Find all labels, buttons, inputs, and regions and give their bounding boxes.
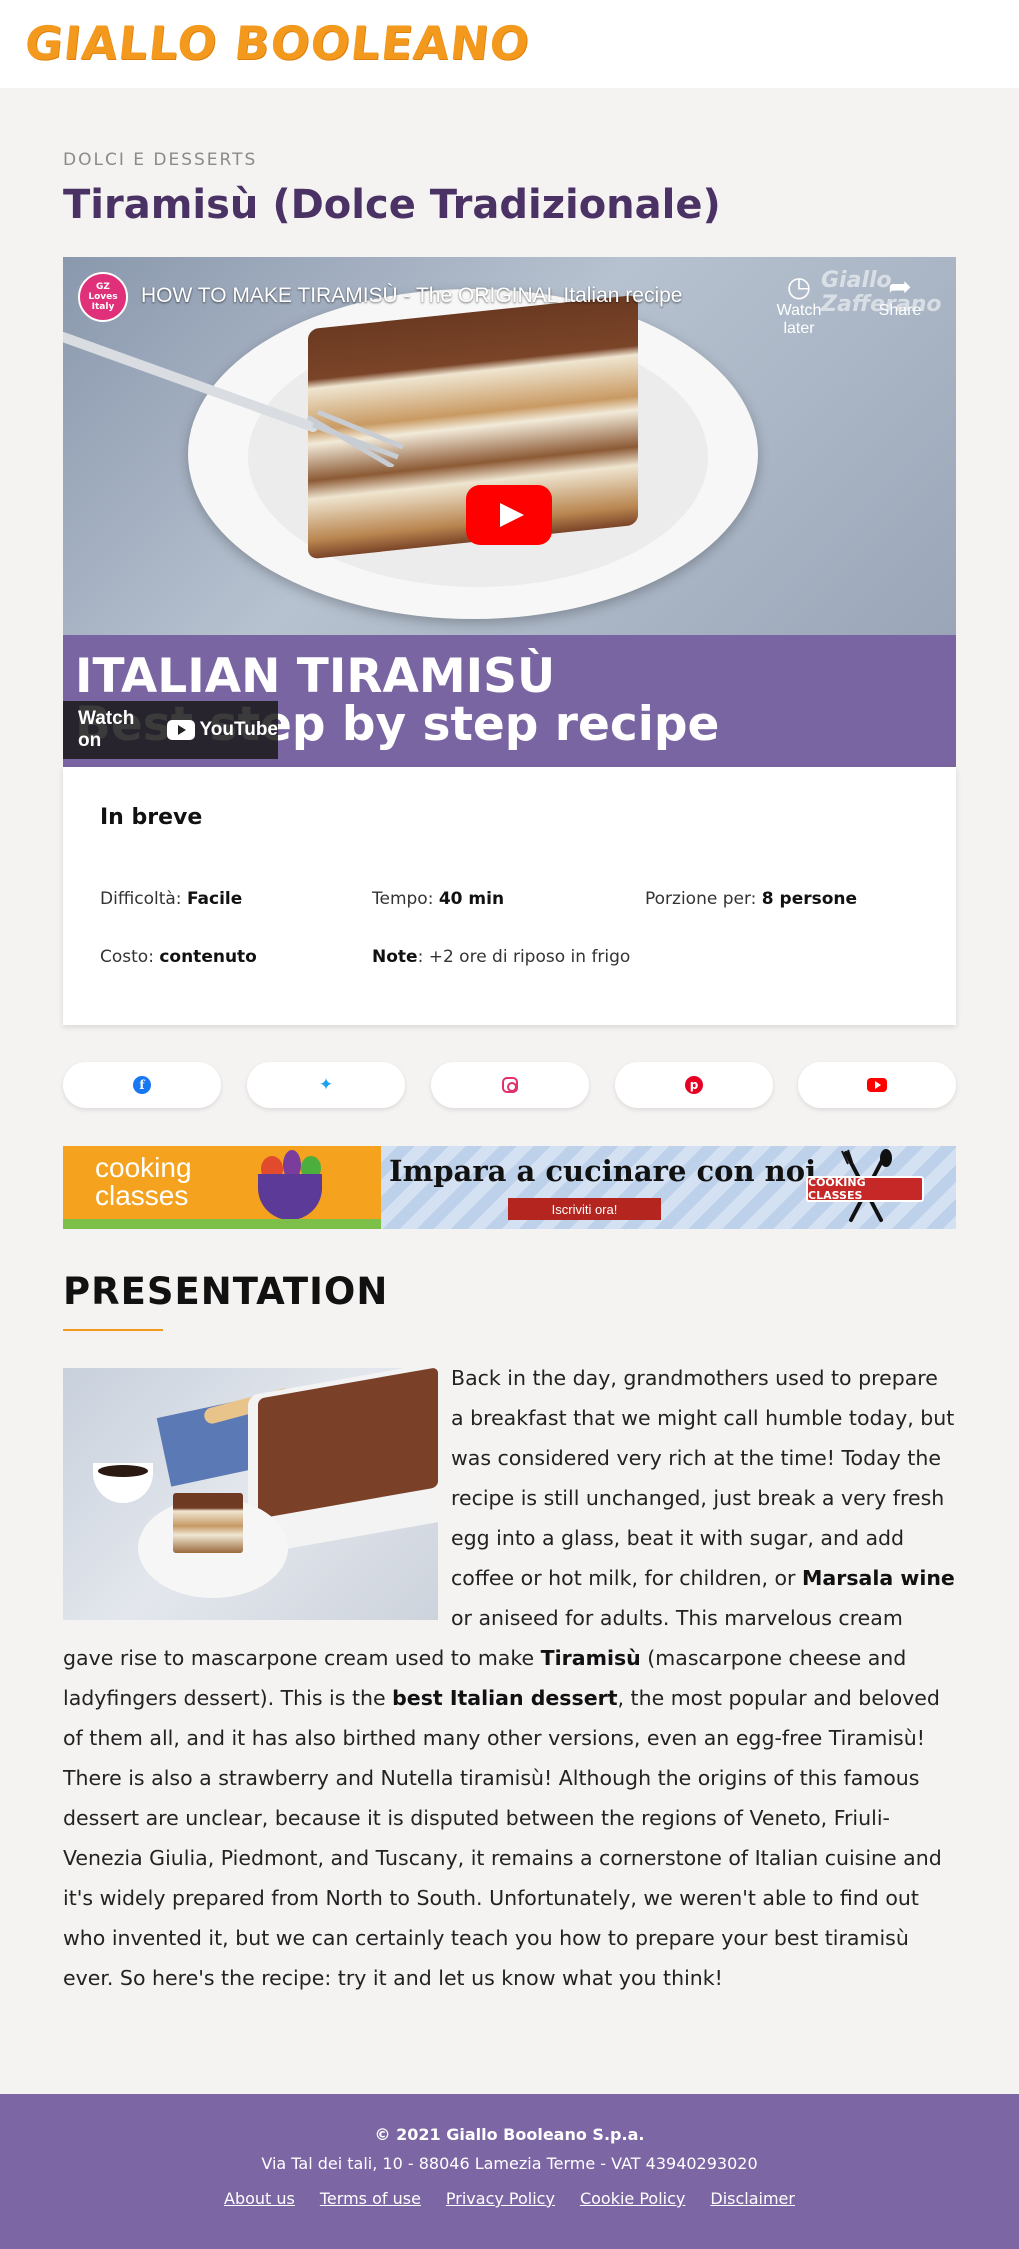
time-info: Tempo: 40 min — [372, 889, 504, 909]
recipe-category[interactable]: DOLCI E DESSERTS — [63, 150, 257, 170]
fork-icon — [63, 332, 404, 467]
banner-subscribe-button[interactable]: Iscriviti ora! — [508, 1198, 661, 1220]
facebook-icon: f — [133, 1076, 151, 1094]
watch-later-button[interactable]: ◷ Watch later — [763, 272, 835, 338]
youtube-logo: YouTube — [166, 719, 278, 741]
footer-link-disclaimer[interactable]: Disclaimer — [710, 2189, 795, 2208]
bold-marsala-wine: Marsala wine — [802, 1566, 955, 1590]
footer-link-terms[interactable]: Terms of use — [320, 2189, 421, 2208]
bold-best-italian-dessert: best Italian dessert — [392, 1686, 618, 1710]
portions-info: Porzione per: 8 persone — [645, 889, 857, 909]
youtube-icon — [867, 1078, 887, 1092]
time-value: 40 min — [438, 889, 505, 909]
page-title: Tiramisù (Dolce Tradizionale) — [63, 182, 721, 228]
tiramisu-photo — [63, 1368, 438, 1620]
share-twitter-button[interactable]: ✦ — [247, 1062, 405, 1108]
cooking-classes-banner[interactable]: cooking classes Impara a cucinare con no… — [63, 1146, 956, 1229]
cost-value: contenuto — [159, 947, 257, 967]
time-label: Tempo: — [372, 889, 434, 909]
difficulty-info: Difficoltà: Facile — [100, 889, 242, 909]
youtube-play-icon — [166, 720, 195, 740]
watch-on-youtube-button[interactable]: Watch on YouTube — [63, 701, 278, 759]
banner-right-panel: Impara a cucinare con noi Iscriviti ora!… — [381, 1146, 956, 1229]
coffee-shape — [98, 1465, 148, 1477]
presentation-text: Back in the day, grandmothers used to pr… — [63, 1358, 956, 1998]
instagram-icon — [502, 1077, 518, 1093]
youtube-wordmark: YouTube — [199, 719, 278, 740]
banner-left-panel: cooking classes — [63, 1146, 381, 1229]
share-facebook-button[interactable]: f — [63, 1062, 221, 1108]
footer-copyright: © 2021 Giallo Booleano S.p.a. — [374, 2125, 645, 2144]
site-footer: © 2021 Giallo Booleano S.p.a. Via Tal de… — [0, 2094, 1019, 2249]
channel-avatar[interactable]: GZ Loves Italy — [78, 272, 128, 322]
footer-link-about[interactable]: About us — [224, 2189, 295, 2208]
banner-line-cooking: cooking — [95, 1152, 192, 1183]
presentation-heading: PRESENTATION — [63, 1270, 389, 1313]
share-instagram-button[interactable] — [431, 1062, 589, 1108]
portions-value: 8 persone — [761, 889, 858, 909]
cooking-classes-badge: COOKING CLASSES — [806, 1176, 924, 1202]
share-button[interactable]: ➦ Share — [864, 272, 936, 320]
footer-link-cookie[interactable]: Cookie Policy — [580, 2189, 685, 2208]
heading-underline — [63, 1329, 163, 1331]
watch-later-label: Watch later — [776, 302, 822, 337]
share-youtube-button[interactable] — [798, 1062, 956, 1108]
footer-link-privacy[interactable]: Privacy Policy — [446, 2189, 555, 2208]
banner-line-classes: classes — [95, 1180, 189, 1211]
share-arrow-icon: ➦ — [888, 271, 912, 302]
bold-tiramisu: Tiramisù — [540, 1646, 641, 1670]
banner-headline: Impara a cucinare con noi — [389, 1154, 817, 1188]
footer-address: Via Tal dei tali, 10 - 88046 Lamezia Ter… — [261, 2154, 758, 2173]
banner-grass-strip — [63, 1219, 381, 1229]
video-overlay-title: ITALIAN TIRAMISÙ — [75, 649, 556, 704]
play-button[interactable] — [466, 485, 552, 545]
portions-label: Porzione per: — [645, 889, 757, 909]
footer-links: About us Terms of use Privacy Policy Coo… — [0, 2189, 1019, 2208]
share-pinterest-button[interactable]: p — [615, 1062, 773, 1108]
colander-icon — [258, 1174, 322, 1220]
difficulty-label: Difficoltà: — [100, 889, 182, 909]
difficulty-value: Facile — [186, 889, 243, 909]
clock-icon: ◷ — [786, 271, 812, 302]
summary-title: In breve — [100, 805, 203, 830]
tiramisu-slice — [173, 1493, 243, 1553]
cost-info: Costo: contenuto — [100, 947, 257, 967]
watch-on-label: Watch on — [78, 708, 135, 751]
share-label: Share — [878, 302, 922, 319]
video-title[interactable]: HOW TO MAKE TIRAMISÙ - The ORIGINAL Ital… — [141, 284, 682, 308]
paragraph-text: , the most popular and beloved of them a… — [63, 1686, 942, 1990]
recipe-summary-card: In breve Difficoltà: Facile Tempo: 40 mi… — [63, 767, 956, 1025]
note-info: Note: +2 ore di riposo in frigo — [372, 947, 630, 967]
note-value: : +2 ore di riposo in frigo — [417, 947, 631, 967]
pinterest-icon: p — [685, 1076, 703, 1094]
paragraph-text: Back in the day, grandmothers used to pr… — [451, 1366, 955, 1590]
site-logo[interactable]: GIALLO BOOLEANO — [22, 16, 532, 70]
twitter-icon: ✦ — [318, 1075, 334, 1095]
video-player[interactable]: ITALIAN TIRAMISÙ Best step by step recip… — [63, 257, 956, 767]
banner-cooking-classes-text: cooking classes — [95, 1154, 192, 1210]
site-header: GIALLO BOOLEANO — [0, 0, 1019, 88]
cost-label: Costo: — [100, 947, 154, 967]
note-label: Note — [372, 947, 418, 967]
